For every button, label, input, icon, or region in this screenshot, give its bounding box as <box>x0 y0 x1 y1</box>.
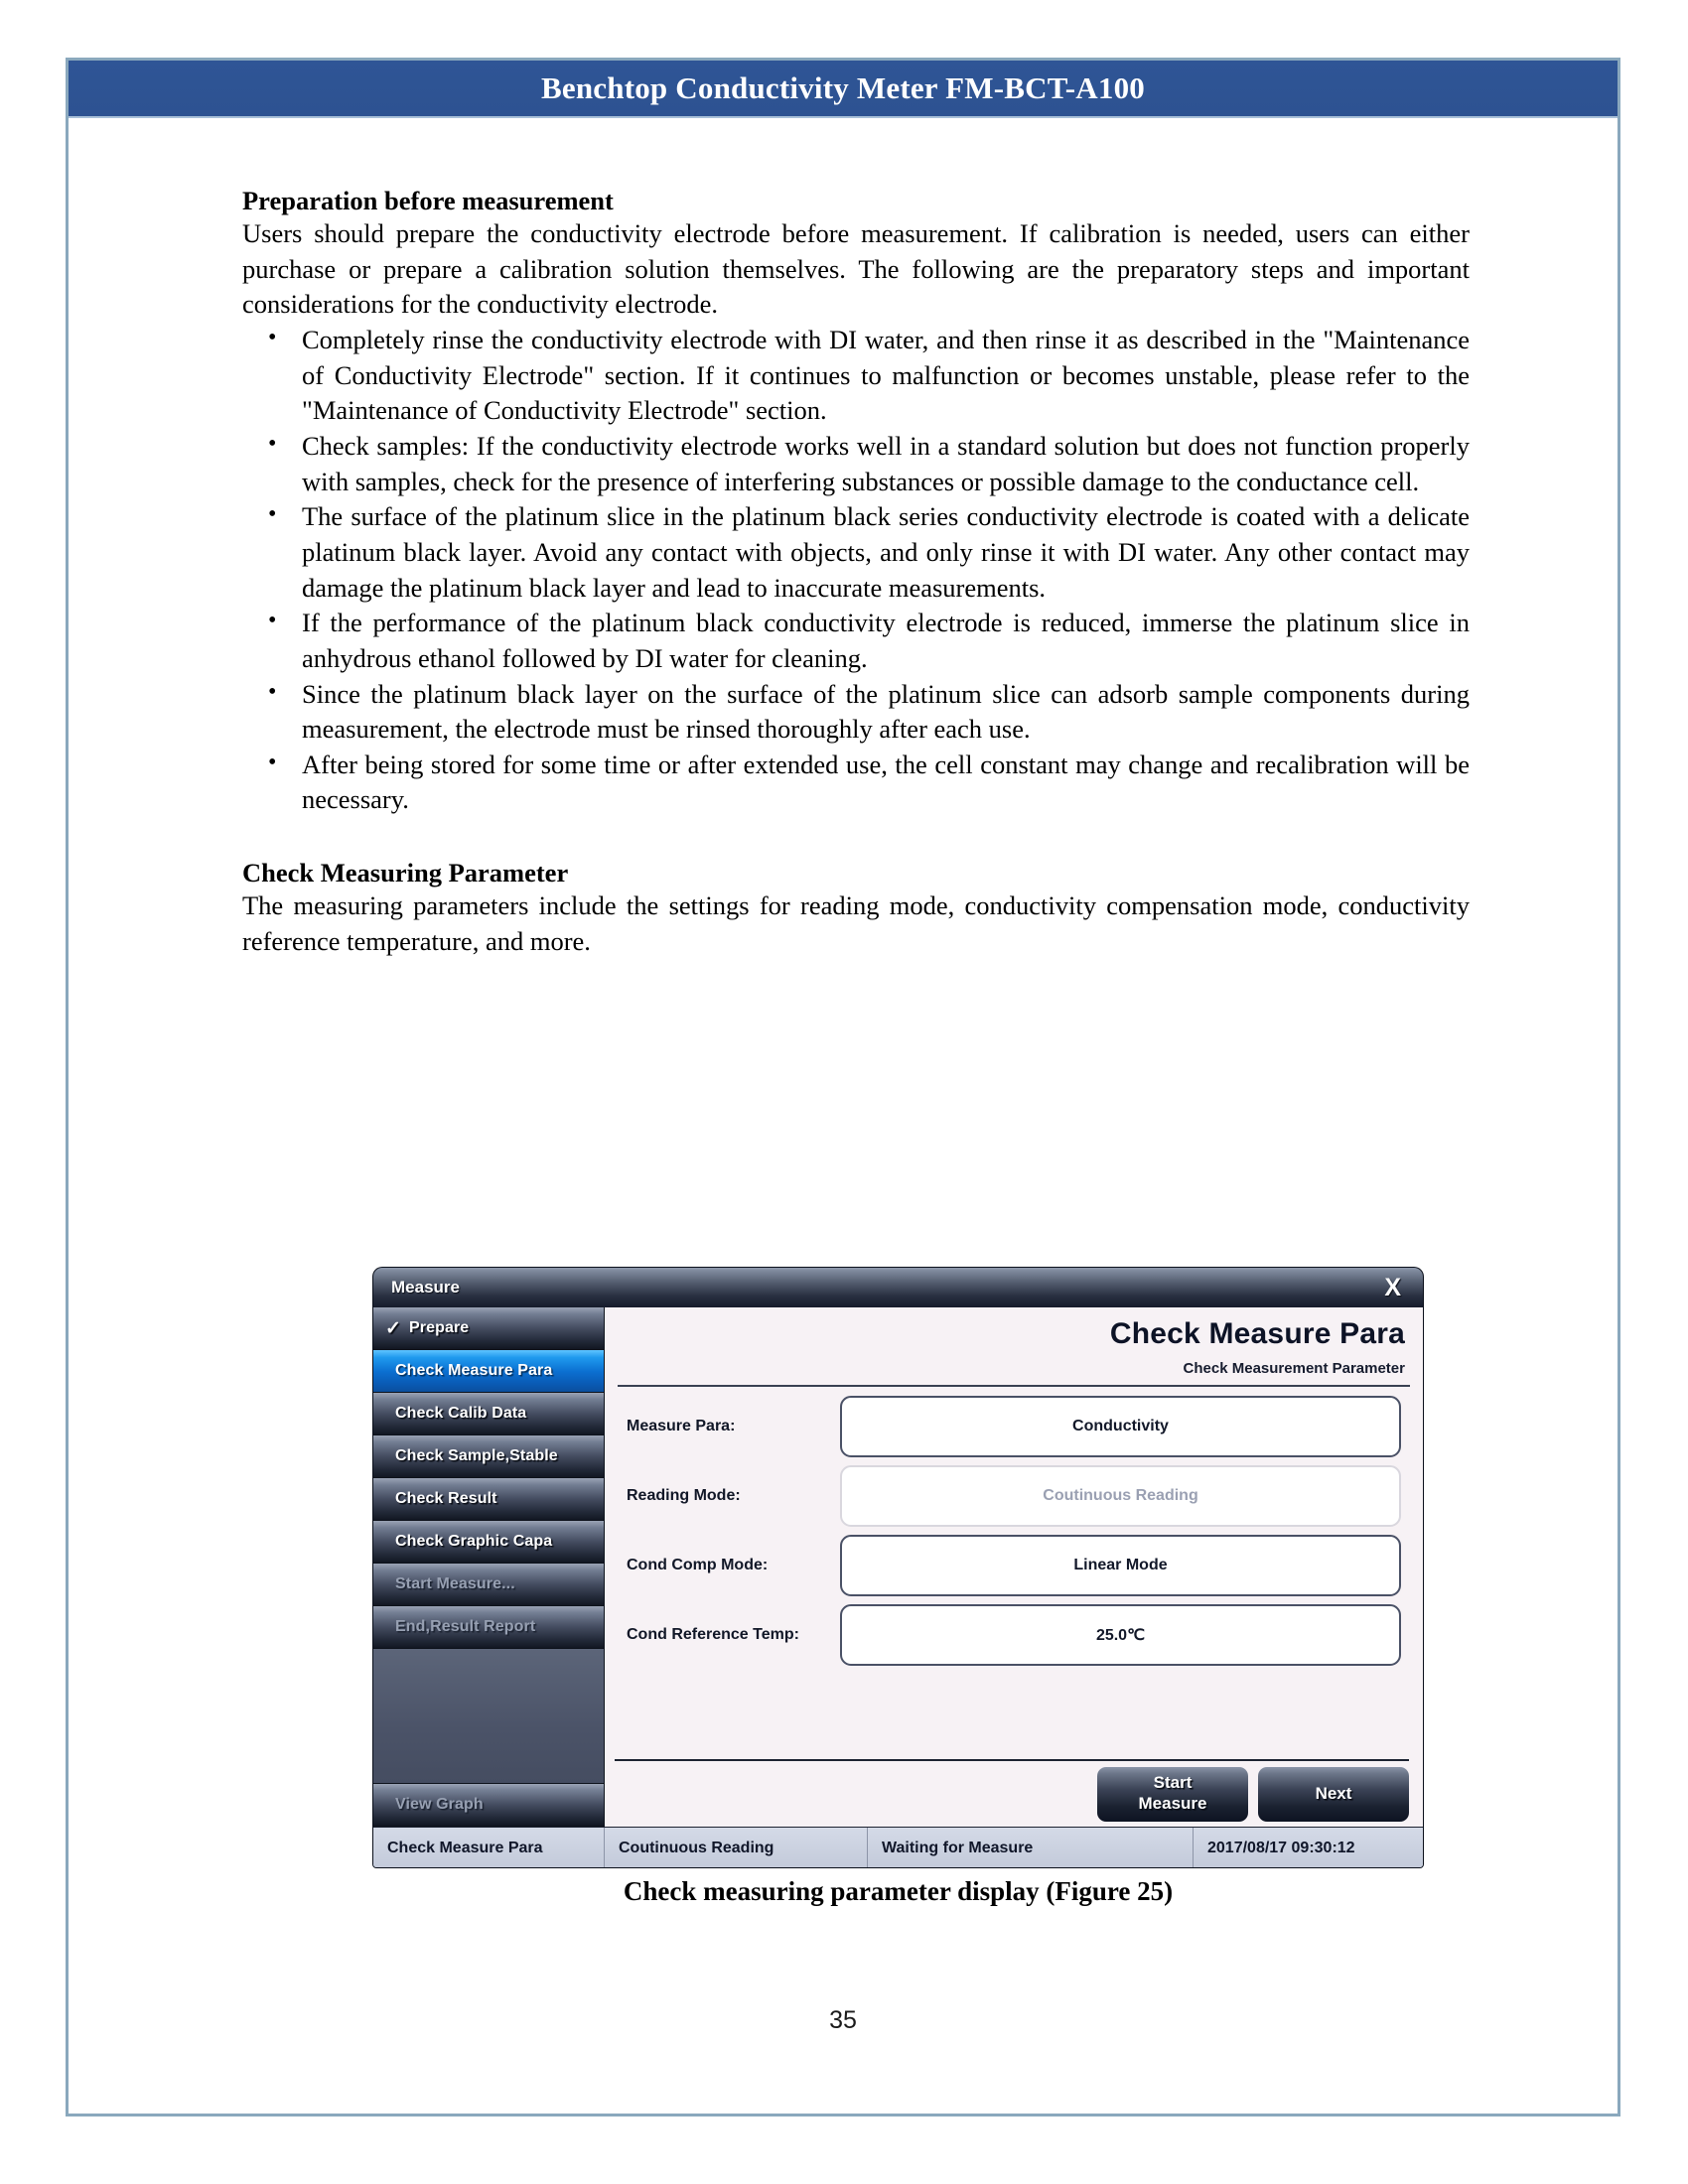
figure-caption: Check measuring parameter display (Figur… <box>623 1876 1174 1906</box>
check-icon: ✓ <box>385 1317 402 1339</box>
cond-comp-mode-value-button[interactable]: Linear Mode <box>840 1534 1401 1596</box>
content-header: Check Measure Para Check Measurement Par… <box>605 1307 1423 1377</box>
sidebar-item-check-result[interactable]: Check Result <box>373 1478 604 1521</box>
content-subtitle: Check Measurement Parameter <box>1183 1359 1405 1377</box>
field-row-reading-mode: Reading Mode: Coutinuous Reading <box>627 1464 1401 1527</box>
measure-para-value-button[interactable]: Conductivity <box>840 1395 1401 1457</box>
bullet-icon: • <box>268 678 277 705</box>
sidebar-item-start-measure: Start Measure... <box>373 1564 604 1606</box>
field-row-measure-para: Measure Para: Conductivity <box>627 1395 1401 1457</box>
bullet-icon: • <box>268 608 277 634</box>
list-item-text: After being stored for some time or afte… <box>302 749 1470 815</box>
sidebar-item-label: Check Result <box>395 1490 497 1507</box>
device-sidebar: ✓ Prepare Check Measure Para Check Calib… <box>373 1307 605 1827</box>
list-item-text: If the performance of the platinum black… <box>302 608 1470 673</box>
sidebar-item-check-measure-para[interactable]: Check Measure Para <box>373 1350 604 1393</box>
field-row-cond-comp-mode: Cond Comp Mode: Linear Mode <box>627 1534 1401 1596</box>
list-item: • The surface of the platinum slice in th… <box>242 499 1470 606</box>
start-measure-button[interactable]: Start Measure <box>1097 1766 1248 1822</box>
sidebar-item-label: Check Calib Data <box>395 1405 527 1422</box>
section-heading-check-measuring-parameter: Check Measuring Parameter <box>242 858 569 888</box>
sidebar-item-label: Check Graphic Capa <box>395 1533 553 1550</box>
close-icon[interactable]: X <box>1378 1275 1407 1300</box>
sidebar-item-end-result-report: End,Result Report <box>373 1606 604 1649</box>
sidebar-item-check-calib-data[interactable]: Check Calib Data <box>373 1393 604 1435</box>
preparation-bullet-list: • Completely rinse the conductivity elect… <box>242 323 1470 818</box>
start-measure-line1: Start <box>1153 1773 1193 1793</box>
parameter-field-list: Measure Para: Conductivity Reading Mode:… <box>605 1387 1423 1758</box>
sidebar-item-label: End,Result Report <box>395 1618 536 1635</box>
list-item-text: Check samples: If the conductivity elect… <box>302 431 1470 496</box>
sidebar-item-check-graphic-capa[interactable]: Check Graphic Capa <box>373 1521 604 1564</box>
sidebar-item-prepare[interactable]: ✓ Prepare <box>373 1307 604 1350</box>
page-frame: Benchtop Conductivity Meter FM-BCT-A100 … <box>66 58 1620 2116</box>
page-number: 35 <box>829 2006 857 2034</box>
device-main-area: ✓ Prepare Check Measure Para Check Calib… <box>373 1307 1423 1827</box>
sidebar-item-check-sample-stable[interactable]: Check Sample,Stable <box>373 1435 604 1478</box>
action-button-bar: Start Measure Next <box>605 1761 1423 1827</box>
list-item-text: Completely rinse the conductivity electr… <box>302 325 1470 426</box>
list-item-text: The surface of the platinum slice in the… <box>302 501 1470 603</box>
page-header-banner: Benchtop Conductivity Meter FM-BCT-A100 <box>69 61 1618 118</box>
device-statusbar: Check Measure Para Coutinuous Reading Wa… <box>373 1827 1423 1867</box>
sidebar-item-view-graph: View Graph <box>373 1784 604 1827</box>
reading-mode-value-button: Coutinuous Reading <box>840 1464 1401 1527</box>
status-current-step: Check Measure Para <box>373 1828 605 1867</box>
device-window-title: Measure <box>391 1278 460 1297</box>
field-label: Cond Reference Temp: <box>627 1625 799 1643</box>
start-measure-label: Start Measure <box>1139 1773 1207 1814</box>
list-item: • After being stored for some time or aft… <box>242 748 1470 818</box>
list-item-text: Since the platinum black layer on the su… <box>302 678 1470 745</box>
status-measure-state: Waiting for Measure <box>868 1828 1194 1867</box>
field-label: Reading Mode: <box>627 1486 741 1504</box>
sidebar-item-label: Check Sample,Stable <box>395 1447 558 1464</box>
list-item: • Since the platinum black layer on the s… <box>242 677 1470 748</box>
bullet-icon: • <box>268 325 277 351</box>
field-label: Cond Comp Mode: <box>627 1556 769 1573</box>
bullet-icon: • <box>268 501 277 528</box>
cond-reference-temp-value-button[interactable]: 25.0℃ <box>840 1603 1401 1666</box>
device-titlebar: Measure X <box>373 1268 1423 1307</box>
device-screenshot: Measure X ✓ Prepare Check Measure Para C… <box>373 1268 1423 1867</box>
list-item: • Completely rinse the conductivity elect… <box>242 323 1470 429</box>
document-body: Preparation before measurement Users sho… <box>242 186 1470 960</box>
sidebar-item-label: Start Measure... <box>395 1575 515 1592</box>
start-measure-line2: Measure <box>1138 1794 1207 1813</box>
bullet-icon: • <box>268 749 277 775</box>
field-label: Measure Para: <box>627 1417 736 1434</box>
figure-container: Measure X ✓ Prepare Check Measure Para C… <box>373 1268 1423 1907</box>
section-paragraph-preparation: Users should prepare the conductivity el… <box>242 218 1470 320</box>
page-title: Benchtop Conductivity Meter FM-BCT-A100 <box>541 70 1145 105</box>
status-reading-mode: Coutinuous Reading <box>605 1828 868 1867</box>
sidebar-item-label: Check Measure Para <box>395 1362 553 1379</box>
list-item: • If the performance of the platinum blac… <box>242 606 1470 676</box>
section-paragraph-check-measuring-parameter: The measuring parameters include the set… <box>242 890 1470 956</box>
device-content-pane: Check Measure Para Check Measurement Par… <box>605 1307 1423 1827</box>
section-heading-preparation: Preparation before measurement <box>242 186 614 215</box>
sidebar-item-label: Prepare <box>409 1319 470 1336</box>
sidebar-item-label: View Graph <box>395 1796 484 1813</box>
list-item: • Check samples: If the conductivity elec… <box>242 429 1470 499</box>
next-button[interactable]: Next <box>1258 1766 1409 1822</box>
bullet-icon: • <box>268 431 277 458</box>
sidebar-filler <box>373 1649 604 1784</box>
status-timestamp: 2017/08/17 09:30:12 <box>1194 1828 1423 1867</box>
field-row-cond-reference-temp: Cond Reference Temp: 25.0℃ <box>627 1603 1401 1666</box>
content-title: Check Measure Para <box>1109 1317 1405 1350</box>
